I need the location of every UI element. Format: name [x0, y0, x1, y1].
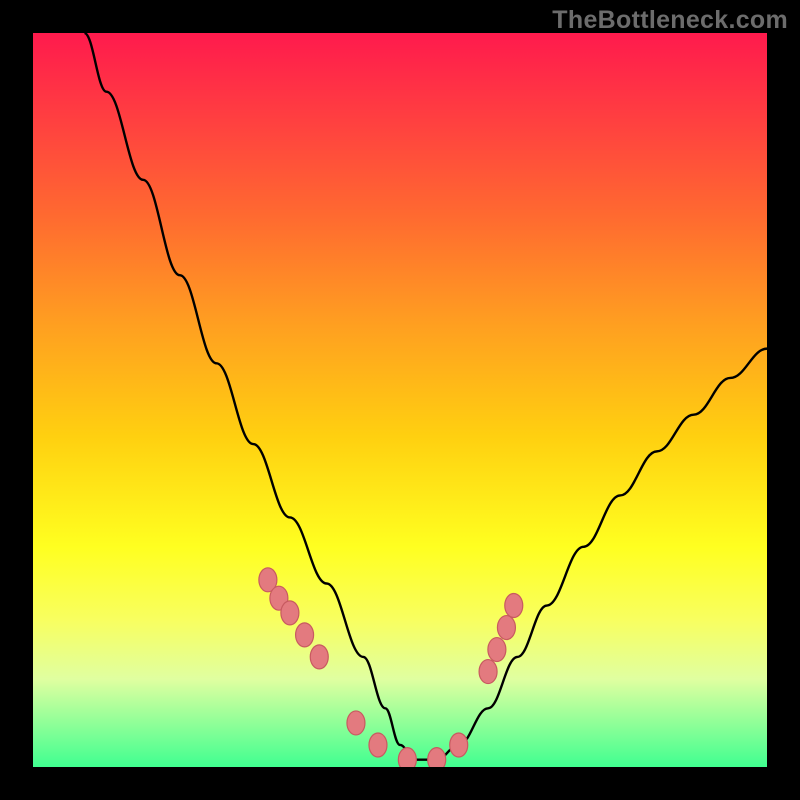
highlight-dot	[369, 733, 387, 757]
highlight-dot	[488, 638, 506, 662]
highlight-dot	[450, 733, 468, 757]
highlight-dot	[428, 748, 446, 767]
chart-plot-area	[33, 33, 767, 767]
bottleneck-curve	[84, 33, 767, 760]
highlight-dot	[310, 645, 328, 669]
watermark-text: TheBottleneck.com	[552, 6, 788, 35]
highlight-dot	[398, 748, 416, 767]
bottleneck-curve-svg	[33, 33, 767, 767]
highlight-dot	[479, 660, 497, 684]
highlight-dot	[347, 711, 365, 735]
highlight-dot	[281, 601, 299, 625]
highlight-dot	[296, 623, 314, 647]
highlight-dot	[497, 616, 515, 640]
highlight-dots	[259, 568, 523, 767]
highlight-dot	[505, 594, 523, 618]
